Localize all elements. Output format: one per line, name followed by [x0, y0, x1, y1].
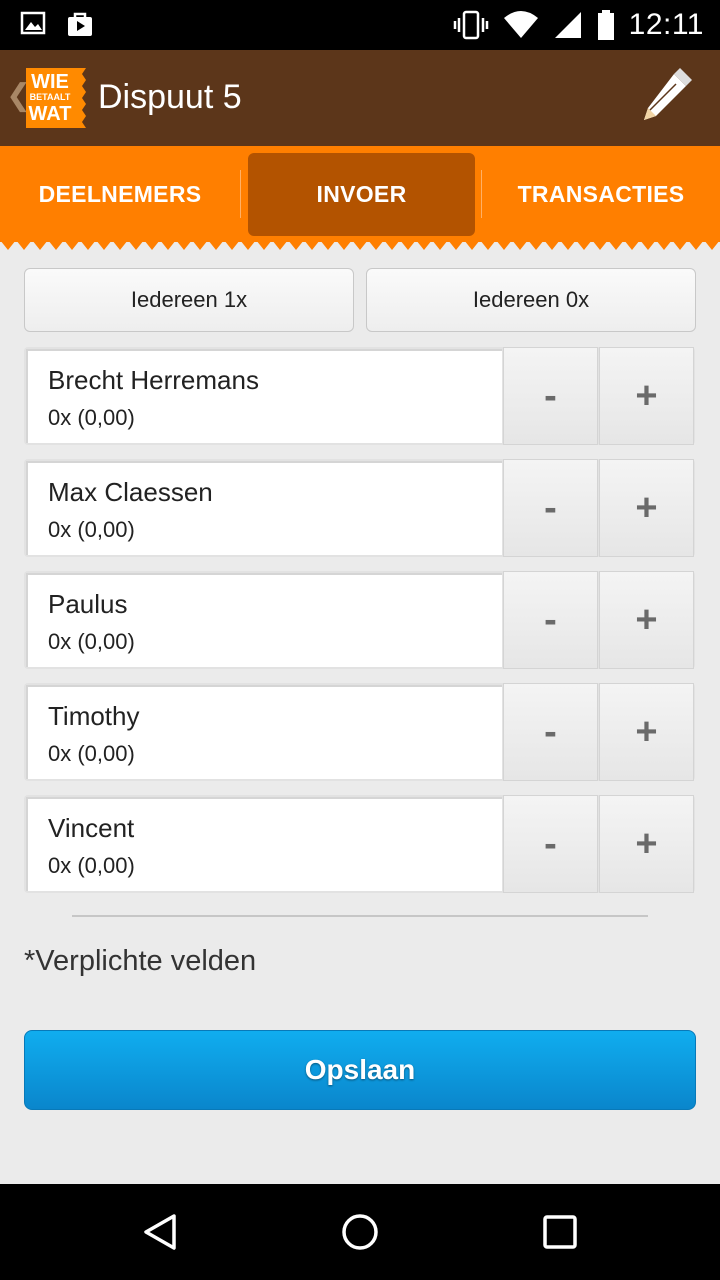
clock: 12:11 [628, 8, 704, 41]
shopping-bag-icon [68, 12, 92, 36]
increment-button[interactable]: + [599, 459, 694, 557]
increment-button[interactable]: + [599, 347, 694, 445]
participant-card: Paulus 0x (0,00) [26, 573, 502, 667]
participant-count: 0x (0,00) [48, 405, 135, 430]
participant-name: Brecht Herremans [48, 365, 259, 395]
tab-separator [240, 170, 241, 218]
everyone-0x-button[interactable]: Iedereen 0x [366, 268, 696, 332]
increment-button[interactable]: + [599, 683, 694, 781]
logo-line-2: BETAALT [30, 92, 71, 102]
divider [72, 915, 648, 917]
decrement-button[interactable]: - [503, 795, 598, 893]
recents-icon[interactable] [540, 1212, 580, 1252]
tab-bar: DEELNEMERS INVOER TRANSACTIES [0, 146, 720, 242]
participant-row: Vincent 0x (0,00) - + [24, 795, 695, 893]
app-bar: ❮ WIE BETAALT WAT Dispuut 5 [0, 50, 720, 146]
participant-card: Brecht Herremans 0x (0,00) [26, 349, 502, 443]
participant-count: 0x (0,00) [48, 853, 135, 878]
home-icon[interactable] [340, 1212, 380, 1252]
participant-count: 0x (0,00) [48, 517, 135, 542]
decrement-button[interactable]: - [503, 459, 598, 557]
participant-name: Max Claessen [48, 477, 213, 507]
increment-button[interactable]: + [599, 571, 694, 669]
navigation-bar [0, 1184, 720, 1280]
back-icon[interactable] [140, 1212, 180, 1252]
participant-card: Timothy 0x (0,00) [26, 685, 502, 779]
participant-count: 0x (0,00) [48, 741, 135, 766]
everyone-1x-button[interactable]: Iedereen 1x [24, 268, 354, 332]
pencil-icon[interactable] [636, 68, 696, 128]
status-bar: 12:11 [0, 0, 720, 50]
page-title: Dispuut 5 [98, 78, 242, 116]
required-fields-note: *Verplichte velden [24, 945, 257, 977]
decrement-button[interactable]: - [503, 683, 598, 781]
image-icon [20, 11, 46, 35]
logo-line-3: WAT [29, 103, 72, 125]
tab-deelnemers[interactable]: DEELNEMERS [0, 146, 240, 242]
participant-card: Vincent 0x (0,00) [26, 797, 502, 891]
tab-transacties[interactable]: TRANSACTIES [482, 146, 720, 242]
tab-zigzag-edge [0, 236, 720, 250]
decrement-button[interactable]: - [503, 347, 598, 445]
app-logo[interactable]: WIE BETAALT WAT [24, 66, 88, 130]
save-button[interactable]: Opslaan [24, 1030, 696, 1110]
battery-icon [597, 10, 614, 40]
tab-invoer[interactable]: INVOER [248, 153, 475, 236]
vibrate-icon [453, 10, 488, 40]
logo-line-1: WIE [31, 71, 69, 93]
participant-row: Brecht Herremans 0x (0,00) - + [24, 347, 695, 445]
participant-name: Vincent [48, 813, 135, 843]
participant-name: Paulus [48, 589, 128, 619]
signal-icon [554, 12, 581, 38]
increment-button[interactable]: + [599, 795, 694, 893]
participant-row: Paulus 0x (0,00) - + [24, 571, 695, 669]
participant-card: Max Claessen 0x (0,00) [26, 461, 502, 555]
wifi-icon [503, 11, 538, 38]
participant-count: 0x (0,00) [48, 629, 135, 654]
participant-name: Timothy [48, 701, 140, 731]
participant-row: Timothy 0x (0,00) - + [24, 683, 695, 781]
participant-row: Max Claessen 0x (0,00) - + [24, 459, 695, 557]
decrement-button[interactable]: - [503, 571, 598, 669]
